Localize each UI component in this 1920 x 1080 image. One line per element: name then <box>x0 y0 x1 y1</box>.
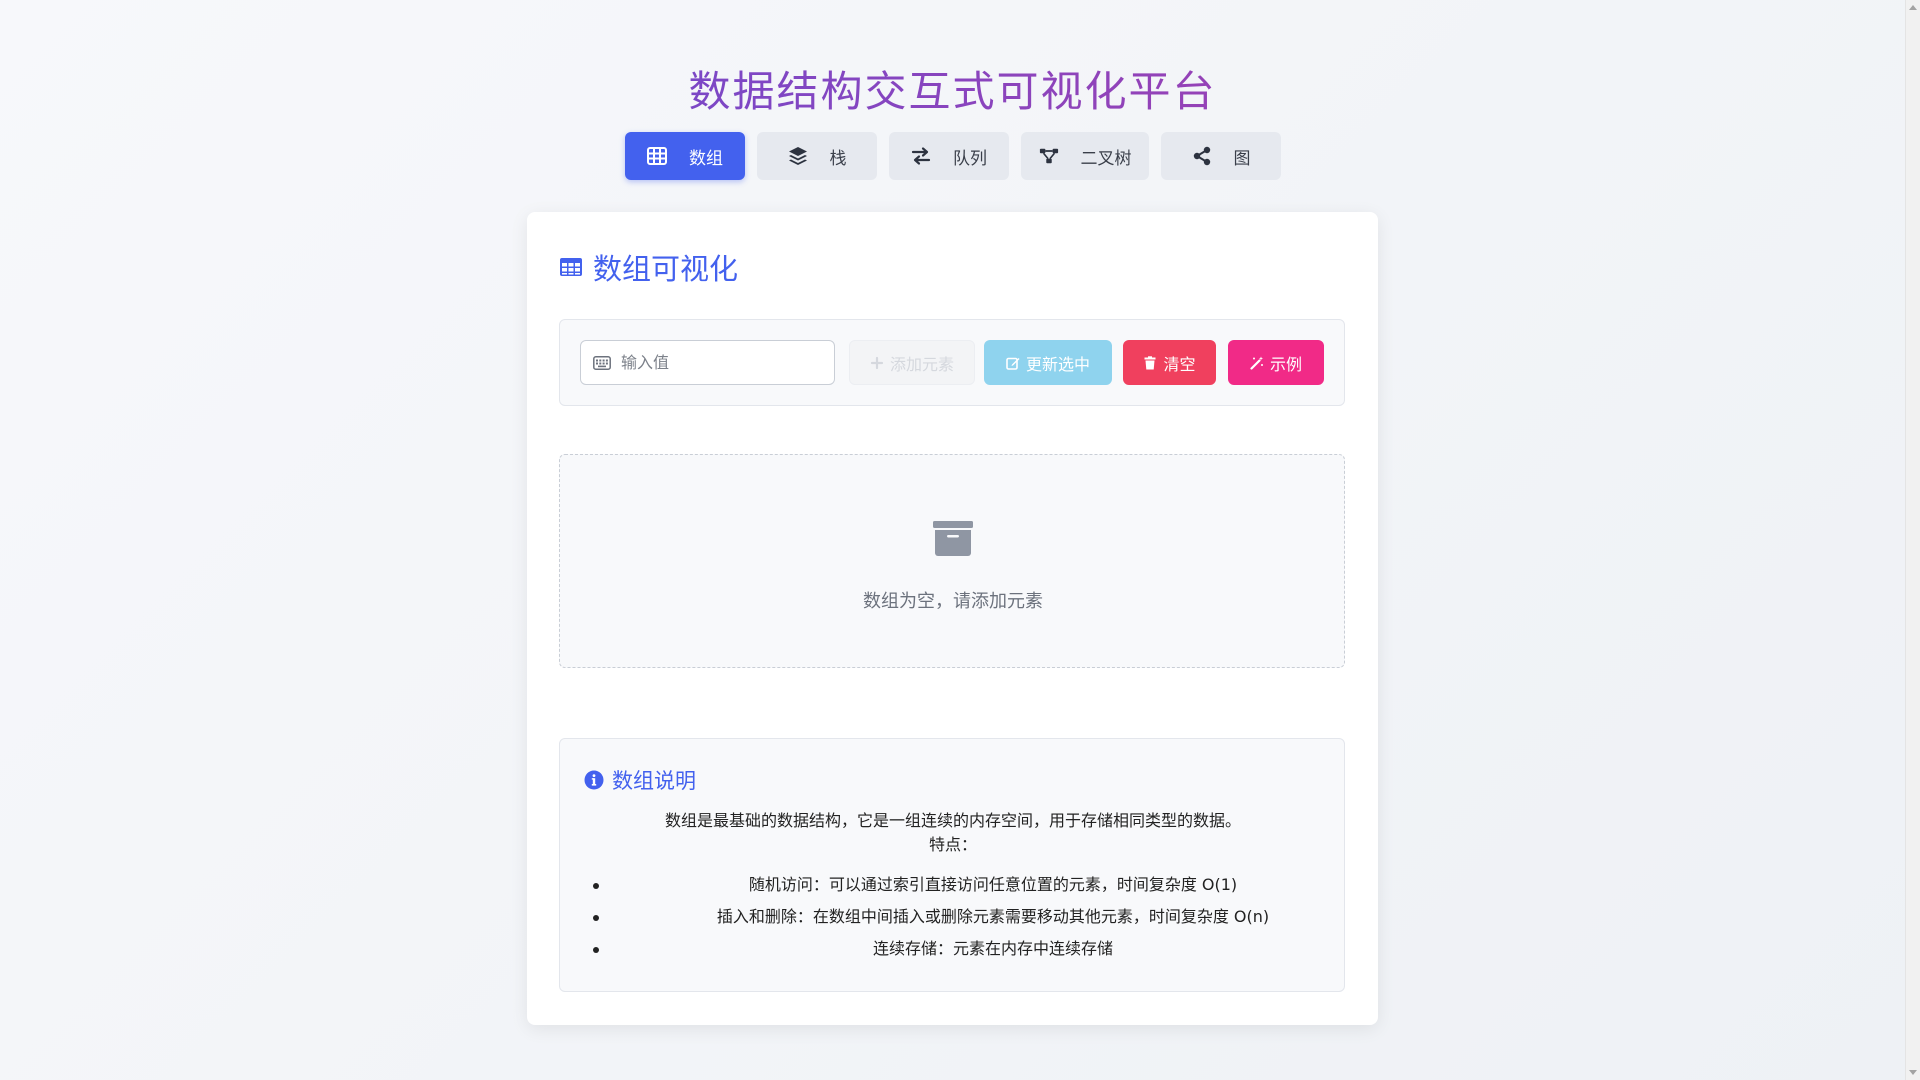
update-selected-label: 更新选中 <box>1025 354 1090 374</box>
control-panel: 添加元素 更新选中 清空 示例 <box>559 319 1345 406</box>
app-title: 数据结构交互式可视化平台 <box>0 58 1905 119</box>
tab-label: 二叉树 <box>1080 148 1132 169</box>
list-item: 随机访问：可以通过索引直接访问任意位置的元素，时间复杂度 O(1) <box>560 869 1346 901</box>
tab-label: 图 <box>1233 148 1251 169</box>
update-selected-button[interactable]: 更新选中 <box>984 340 1112 385</box>
example-label: 示例 <box>1269 354 1302 374</box>
info-features-label: 特点： <box>928 835 977 854</box>
info-title: 数组说明 <box>584 765 696 795</box>
tree-icon <box>1039 148 1058 164</box>
plus-icon <box>870 356 884 369</box>
scroll-down-icon[interactable] <box>1909 1070 1917 1075</box>
tab-array[interactable]: 数组 <box>625 132 745 180</box>
archive-icon <box>933 521 973 556</box>
section-title-text: 数组可视化 <box>593 252 739 286</box>
structure-nav: 数组 栈 队列 二叉树 图 <box>625 132 1281 180</box>
vertical-scrollbar[interactable] <box>1905 0 1920 1080</box>
scroll-up-icon[interactable] <box>1909 5 1917 10</box>
array-canvas-empty: 数组为空，请添加元素 <box>559 454 1345 668</box>
tab-queue[interactable]: 队列 <box>889 132 1009 180</box>
share-nodes-icon <box>1193 146 1210 166</box>
add-element-label: 添加元素 <box>889 354 954 374</box>
visualization-card: 数组可视化 添加元素 更新选中 清空 示例 <box>527 212 1378 1025</box>
add-element-button[interactable]: 添加元素 <box>849 340 975 385</box>
info-feature-list: 随机访问：可以通过索引直接访问任意位置的元素，时间复杂度 O(1) 插入和删除：… <box>560 869 1346 965</box>
tab-label: 数组 <box>689 148 723 169</box>
empty-message: 数组为空，请添加元素 <box>863 591 1043 612</box>
tab-graph[interactable]: 图 <box>1161 132 1281 180</box>
info-panel: 数组说明 数组是最基础的数据结构，它是一组连续的内存空间，用于存储相同类型的数据… <box>559 738 1345 992</box>
keyboard-icon <box>593 355 611 370</box>
value-input[interactable] <box>621 353 821 372</box>
tab-stack[interactable]: 栈 <box>757 132 877 180</box>
section-title: 数组可视化 <box>559 246 738 288</box>
exchange-icon <box>911 147 931 165</box>
value-input-wrapper <box>580 340 835 385</box>
tab-binary-tree[interactable]: 二叉树 <box>1021 132 1149 180</box>
info-circle-icon <box>584 770 604 790</box>
page: 数据结构交互式可视化平台 数组 栈 队列 二叉树 图 数组可视化 输入值 添加元… <box>0 0 1905 1080</box>
info-title-text: 数组说明 <box>612 769 696 793</box>
tab-label: 栈 <box>829 148 847 169</box>
trash-icon <box>1144 355 1156 369</box>
table-icon <box>560 258 582 276</box>
magic-wand-icon <box>1250 356 1264 370</box>
edit-icon <box>1006 357 1020 370</box>
info-intro: 数组是最基础的数据结构，它是一组连续的内存空间，用于存储相同类型的数据。 <box>664 811 1241 830</box>
list-item: 连续存储：元素在内存中连续存储 <box>560 933 1346 965</box>
clear-label: 清空 <box>1163 354 1196 374</box>
tab-label: 队列 <box>953 148 987 169</box>
layers-icon <box>788 147 807 165</box>
table-icon <box>647 147 667 165</box>
example-button[interactable]: 示例 <box>1228 340 1324 385</box>
info-intro-block: 数组是最基础的数据结构，它是一组连续的内存空间，用于存储相同类型的数据。 特点： <box>560 809 1346 857</box>
list-item: 插入和删除：在数组中间插入或删除元素需要移动其他元素，时间复杂度 O(n) <box>560 901 1346 933</box>
clear-button[interactable]: 清空 <box>1123 340 1216 385</box>
